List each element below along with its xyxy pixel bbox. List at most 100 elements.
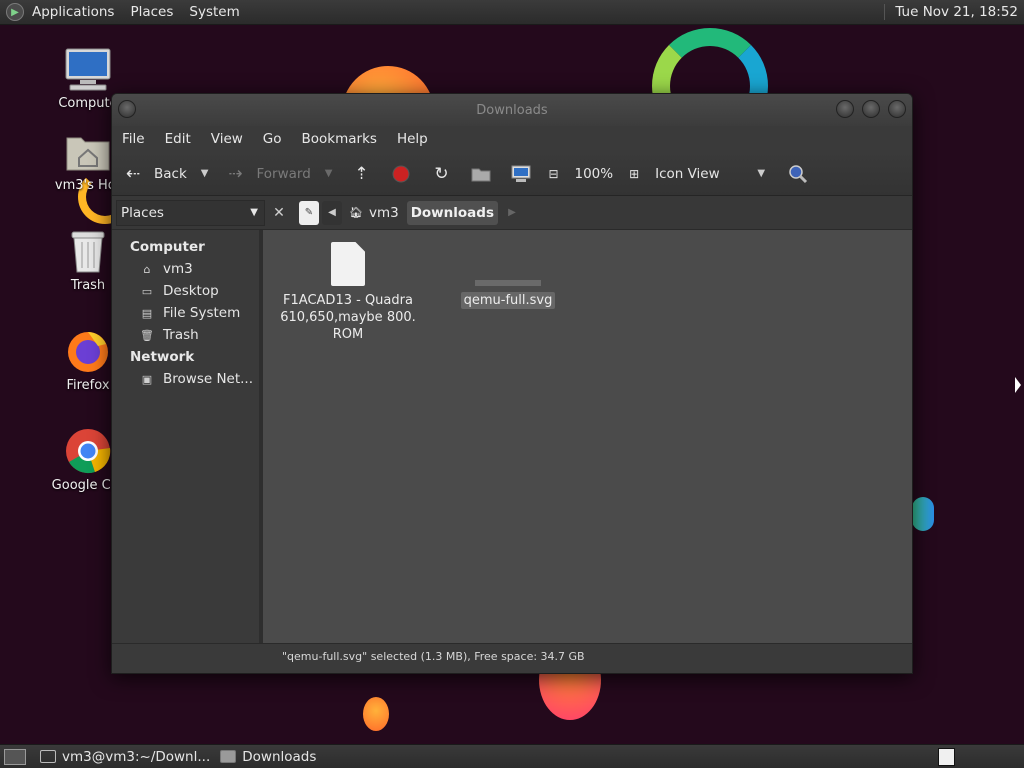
menu-bookmarks[interactable]: Bookmarks — [302, 131, 377, 147]
sidebar-item-desktop[interactable]: ▭ Desktop — [112, 280, 259, 302]
drive-icon: ▤ — [141, 306, 153, 320]
close-sidebar-icon[interactable]: ✕ — [269, 203, 289, 223]
view-mode-dropdown-icon: ▼ — [757, 168, 766, 179]
places-sidebar: Computer ⌂ vm3 ▭ Desktop ▤ File System 🗑… — [112, 230, 263, 643]
window-title: Downloads — [476, 102, 548, 118]
menu-view[interactable]: View — [211, 131, 243, 147]
file-manager-window: Downloads File Edit View Go Bookmarks He… — [111, 93, 913, 674]
up-button[interactable]: ⇡ — [350, 163, 372, 185]
show-desktop-icon[interactable] — [4, 748, 26, 765]
taskbar-item-downloads[interactable]: Downloads — [220, 749, 316, 765]
sidebar-type-label: Places — [121, 204, 164, 221]
sidebar-type-select[interactable]: Places ▼ — [116, 199, 265, 226]
menu-go[interactable]: Go — [263, 131, 282, 147]
home-folder-icon: 🏠︎ — [349, 206, 363, 219]
computer-button[interactable] — [510, 163, 532, 185]
sidebar-item-vm3[interactable]: ⌂ vm3 — [112, 258, 259, 280]
sidebar-item-file-system[interactable]: ▤ File System — [112, 302, 259, 324]
taskbar-item-label: Downloads — [242, 748, 317, 765]
workspace-switcher[interactable] — [938, 748, 955, 766]
bottom-panel: vm3@vm3:~/Downl... Downloads — [0, 744, 1024, 768]
back-button[interactable]: ⇠ Back ▼ — [122, 163, 209, 185]
chevron-down-icon: ▼ — [250, 207, 258, 218]
sidebar-item-label: Trash — [163, 327, 199, 343]
panel-clock[interactable]: Tue Nov 21, 18:52 — [884, 4, 1018, 20]
sidebar-item-browse-network[interactable]: ▣ Browse Net... — [112, 368, 259, 390]
sidebar-item-label: File System — [163, 305, 241, 321]
network-icon: ▣ — [141, 372, 153, 386]
back-history-dropdown-icon[interactable]: ▼ — [201, 168, 209, 179]
sidebar-item-label: Desktop — [163, 283, 219, 299]
sidebar-heading-computer: Computer — [130, 239, 205, 255]
breadcrumb: ✎ ◀ 🏠︎ vm3 Downloads ▶ — [299, 200, 525, 225]
menu-applications[interactable]: Applications — [32, 4, 114, 20]
desktop-folder-icon: ▭ — [141, 284, 153, 298]
desktop-icon-label: Compute — [58, 96, 118, 111]
menubar: File Edit View Go Bookmarks Help — [112, 126, 912, 152]
desktop-icon-label: Firefox — [66, 378, 110, 393]
sidebar-item-trash[interactable]: 🗑︎ Trash — [112, 324, 259, 346]
close-button[interactable] — [888, 100, 906, 118]
trash-icon: 🗑︎ — [140, 328, 154, 342]
file-name: qemu-full.svg — [460, 292, 556, 309]
window-menu-button[interactable] — [118, 100, 136, 118]
menu-help[interactable]: Help — [397, 131, 428, 147]
view-mode-select[interactable]: Icon View ▼ — [655, 166, 765, 182]
status-bar: "qemu-full.svg" selected (1.3 MB), Free … — [112, 643, 912, 669]
reload-icon: ↻ — [434, 163, 449, 184]
taskbar-item-terminal[interactable]: vm3@vm3:~/Downl... — [40, 749, 210, 765]
file-icon-view[interactable]: F1ACAD13 - Quadra 610,650,maybe 800. ROM… — [263, 230, 912, 643]
home-folder-icon: ⌂ — [143, 262, 151, 276]
stop-icon — [390, 163, 412, 185]
taskbar-item-label: vm3@vm3:~/Downl... — [62, 748, 211, 765]
menu-system[interactable]: System — [189, 4, 239, 20]
sidebar-item-label: vm3 — [163, 261, 193, 277]
folder-icon — [220, 750, 237, 763]
stop-button[interactable] — [390, 163, 412, 185]
search-icon — [787, 163, 809, 185]
mouse-cursor-icon — [1015, 377, 1021, 393]
window-body: Computer ⌂ vm3 ▭ Desktop ▤ File System 🗑… — [112, 230, 912, 643]
zoom-in-button[interactable]: ⊞ — [623, 163, 645, 185]
minimize-button[interactable] — [836, 100, 854, 118]
search-button[interactable] — [787, 163, 809, 185]
firefox-icon — [64, 328, 112, 374]
zoom-level[interactable]: 100% — [574, 166, 613, 182]
forward-history-dropdown-icon[interactable]: ▼ — [325, 168, 333, 179]
desktop-icon-label: Trash — [70, 278, 106, 293]
wallpaper-pill-blue — [912, 497, 934, 531]
location-bar: Places ▼ ✕ ✎ ◀ 🏠︎ vm3 Downloads ▶ — [112, 196, 912, 230]
breadcrumb-vm3[interactable]: 🏠︎ vm3 — [345, 201, 403, 225]
breadcrumb-label: vm3 — [368, 204, 399, 221]
main-menu-logo-icon[interactable]: ▶ — [6, 3, 24, 21]
sidebar-heading-network: Network — [130, 349, 195, 365]
breadcrumb-left-arrow-icon[interactable]: ◀ — [322, 200, 342, 225]
file-name: F1ACAD13 - Quadra 610,650,maybe 800. ROM — [280, 293, 416, 342]
back-label: Back — [154, 165, 187, 182]
up-arrow-icon: ⇡ — [354, 163, 369, 184]
computer-icon — [510, 163, 532, 185]
computer-icon — [64, 46, 112, 92]
wallpaper-egg-bottom — [363, 697, 389, 731]
chrome-icon — [64, 428, 112, 474]
forward-button[interactable]: ⇢ Forward ▼ — [224, 163, 332, 185]
menu-edit[interactable]: Edit — [165, 131, 191, 147]
file-item-selected[interactable]: qemu-full.svg — [433, 242, 583, 309]
window-titlebar[interactable]: Downloads — [112, 94, 912, 126]
breadcrumb-right-arrow-icon[interactable]: ▶ — [502, 201, 522, 225]
forward-label: Forward — [256, 165, 311, 182]
zoom-in-icon: ⊞ — [629, 166, 640, 181]
home-button[interactable] — [470, 163, 492, 185]
menu-places[interactable]: Places — [130, 4, 173, 20]
reload-button[interactable]: ↻ — [430, 163, 452, 185]
top-panel: ▶ Applications Places System Tue Nov 21,… — [0, 0, 1024, 25]
zoom-out-button[interactable]: ⊟ — [542, 163, 564, 185]
terminal-icon — [40, 750, 56, 763]
document-icon — [331, 242, 365, 286]
menu-file[interactable]: File — [122, 131, 145, 147]
maximize-button[interactable] — [862, 100, 880, 118]
edit-location-icon[interactable]: ✎ — [299, 200, 319, 225]
back-arrow-icon: ⇠ — [125, 163, 141, 184]
breadcrumb-downloads[interactable]: Downloads — [406, 200, 498, 225]
file-item[interactable]: F1ACAD13 - Quadra 610,650,maybe 800. ROM — [273, 242, 423, 343]
